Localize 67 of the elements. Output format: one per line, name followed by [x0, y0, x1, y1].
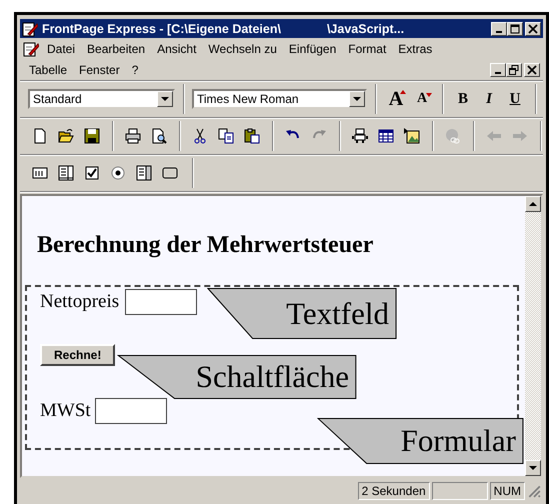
calculate-button[interactable]: Rechne! — [40, 344, 116, 366]
list-box-icon[interactable] — [136, 165, 152, 181]
scissors-icon[interactable] — [192, 128, 208, 144]
picture-icon[interactable] — [404, 128, 420, 144]
status-pane — [432, 482, 488, 500]
menu-item[interactable]: Tabelle — [23, 62, 74, 78]
menu-item[interactable]: Bearbeiten — [81, 40, 152, 56]
close-button[interactable] — [525, 22, 541, 36]
blank-page-icon[interactable] — [32, 128, 48, 144]
table-icon[interactable] — [378, 128, 394, 144]
menu-item[interactable]: Datei — [41, 40, 82, 56]
increase-font-button[interactable]: A — [384, 87, 408, 111]
restore-button[interactable] — [506, 62, 522, 76]
resize-grip-icon[interactable] — [527, 484, 541, 498]
input-field[interactable] — [94, 398, 167, 424]
caret-icon — [161, 97, 169, 101]
push-button-icon[interactable] — [162, 165, 178, 181]
vertical-scrollbar[interactable] — [525, 196, 541, 476]
copy-pages-icon[interactable] — [218, 128, 234, 144]
printer-icon[interactable] — [125, 128, 141, 144]
notepad-pen-icon[interactable] — [23, 40, 39, 56]
underline-button[interactable]: U — [503, 87, 527, 111]
close-icon — [527, 64, 537, 74]
minimize-icon — [495, 72, 501, 74]
open-folder-icon[interactable] — [58, 128, 74, 144]
notepad-pen-icon — [22, 20, 38, 36]
minimize-button[interactable] — [490, 62, 506, 76]
menu-item[interactable]: Wechseln zu — [202, 40, 283, 56]
checkbox-icon[interactable] — [84, 165, 100, 181]
menu-item[interactable]: Extras — [392, 40, 438, 56]
minimize-button[interactable] — [491, 22, 507, 36]
restore-icon — [509, 64, 519, 74]
menu-item[interactable]: Ansicht — [151, 40, 202, 56]
close-button[interactable] — [524, 62, 540, 76]
page-magnifier-icon[interactable] — [151, 128, 167, 144]
font-dropdown[interactable]: Times New Roman — [192, 89, 367, 109]
italic-button[interactable]: I — [477, 87, 501, 111]
status-num: NUM — [490, 482, 525, 500]
callout: Schaltfläche — [117, 355, 357, 399]
maximize-icon — [510, 24, 520, 34]
field-label: Nettopreis — [40, 291, 120, 313]
window-title: FrontPage Express - [C:\Eigene Dateien\ — [42, 22, 281, 36]
decrease-font-button[interactable]: A — [410, 87, 434, 111]
status-time: 2 Sekunden — [358, 482, 430, 500]
text-area-icon[interactable] — [58, 165, 74, 181]
maximize-button[interactable] — [507, 22, 523, 36]
menu-item[interactable]: Fenster — [73, 62, 126, 78]
style-dropdown[interactable]: Standard — [28, 89, 175, 109]
text-box-icon[interactable] — [32, 165, 48, 181]
input-field[interactable] — [125, 289, 198, 315]
scroll-up-icon[interactable] — [529, 202, 537, 206]
clipboard-icon[interactable] — [244, 128, 260, 144]
callout: Textfeld — [207, 288, 397, 339]
page-heading: Berechnung der Mehrwertsteuer — [36, 231, 374, 259]
field-label: MWSt — [40, 400, 91, 422]
minimize-icon — [496, 30, 502, 32]
menu-item[interactable]: ? — [126, 62, 144, 78]
menu-item[interactable]: Einfügen — [282, 40, 342, 56]
callout: Formular — [317, 418, 524, 464]
close-icon — [528, 24, 538, 34]
bold-button[interactable]: B — [451, 87, 475, 111]
robot-icon[interactable] — [352, 128, 368, 144]
menu-item[interactable]: Format — [342, 40, 392, 56]
radio-button-icon[interactable] — [110, 165, 126, 181]
caret-icon — [353, 97, 361, 101]
scroll-down-icon[interactable] — [529, 466, 537, 470]
window-title: \JavaScript... — [326, 22, 404, 36]
